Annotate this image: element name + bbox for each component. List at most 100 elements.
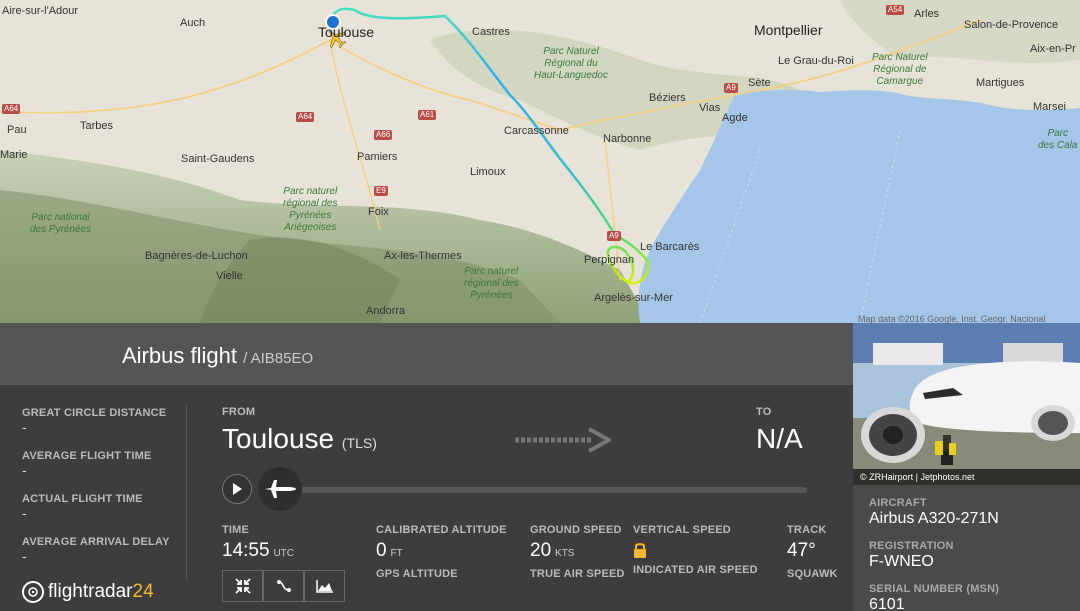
calibrated-altitude-stat: CALIBRATED ALTITUDE 0 FT GPS ALTITUDE (376, 524, 507, 580)
route-icon (276, 580, 291, 592)
average-flight-time: AVERAGE FLIGHT TIME - (22, 450, 151, 478)
average-arrival-delay: AVERAGE ARRIVAL DELAY - (22, 536, 170, 564)
city-label: Auch (180, 17, 206, 29)
time-value: 14:55 (222, 540, 270, 561)
gps-alt-label: GPS ALTITUDE (376, 568, 458, 580)
from-label: FROM (222, 406, 256, 418)
graph-button[interactable] (304, 570, 345, 602)
city-label: Argelès-sur-Mer (594, 292, 673, 304)
squawk-label: SQUAWK (787, 568, 838, 580)
aircraft-photo[interactable]: © ZRHairport | Jetphotos.net (853, 323, 1080, 485)
city-label: Montpellier (754, 22, 823, 38)
time-label: TIME (222, 524, 250, 536)
city-label: Perpignan (584, 254, 635, 266)
ground-speed-label: GROUND SPEED (530, 524, 622, 536)
city-label: Sète (748, 77, 771, 89)
track-stat: TRACK 47° SQUAWK (787, 524, 838, 580)
city-label: Carcassonne (504, 125, 569, 137)
aircraft-type-label: AIRCRAFT (869, 497, 927, 509)
logo-text: flightradar (48, 581, 133, 602)
ground-speed-value: 20 (530, 540, 552, 561)
radar-icon (22, 581, 44, 603)
play-button[interactable] (222, 474, 252, 504)
map-tools (222, 570, 345, 602)
city-label: Saint-Gaudens (181, 153, 255, 165)
great-circle-distance: GREAT CIRCLE DISTANCE - (22, 407, 166, 435)
stat-label: GREAT CIRCLE DISTANCE (22, 407, 167, 419)
city-label: Toulouse (318, 24, 375, 40)
aircraft-info: AIRCRAFT Airbus A320-271N REGISTRATION F… (853, 485, 1080, 611)
flight-title-text: Airbus flight (122, 343, 237, 368)
flight-info-panel: GREAT CIRCLE DISTANCE - AVERAGE FLIGHT T… (0, 385, 853, 611)
city-label: Andorra (366, 305, 406, 317)
city-label: Le Grau-du-Roi (778, 55, 854, 67)
cal-alt-value: 0 (376, 540, 387, 561)
registration-label: REGISTRATION (869, 540, 954, 552)
stat-value: - (22, 505, 27, 521)
flight-progress-bar (270, 487, 807, 493)
park-label: Parc Naturel Régional du Haut-Languedoc (534, 46, 608, 81)
route-arrow-icon (515, 427, 614, 458)
city-label: Ax-les-Thermes (384, 250, 462, 262)
lock-icon[interactable] (633, 542, 758, 560)
city-label: Limoux (470, 166, 506, 178)
city-label: Salon-de-Provence (964, 19, 1059, 31)
origin-city: Toulouse (222, 423, 335, 454)
city-label: Le Barcarès (640, 241, 700, 253)
map-attribution: Map data ©2016 Google, Inst. Geogr. Naci… (858, 314, 1046, 324)
tas-label: TRUE AIR SPEED (530, 568, 625, 580)
city-label: Martigues (976, 77, 1025, 89)
route-button[interactable] (263, 570, 304, 602)
photo-credit[interactable]: © ZRHairport | Jetphotos.net (853, 469, 1080, 485)
city-label: Castres (472, 26, 510, 38)
play-icon (233, 483, 242, 495)
msn-label: SERIAL NUMBER (MSN) (869, 583, 1000, 595)
park-label: Parc naturel régional des Pyrénées Ariég… (283, 186, 338, 233)
stat-label: ACTUAL FLIGHT TIME (22, 493, 143, 505)
logo-number: 24 (132, 581, 154, 602)
divider (186, 405, 187, 580)
actual-flight-time: ACTUAL FLIGHT TIME - (22, 493, 143, 521)
flightradar24-logo[interactable]: flightradar 24 (22, 581, 154, 603)
collapse-icon (234, 578, 251, 594)
origin-airport[interactable]: Toulouse (TLS) (222, 423, 377, 455)
flight-title: Airbus flight / AIB85EO (122, 343, 313, 369)
stat-value: - (22, 419, 27, 435)
stat-value: - (22, 548, 27, 564)
track-label: TRACK (787, 524, 827, 536)
fullscreen-button[interactable] (222, 570, 263, 602)
origin-code: (TLS) (341, 435, 377, 451)
city-label: Narbonne (603, 133, 652, 145)
stat-label: AVERAGE FLIGHT TIME (22, 450, 152, 462)
park-label: Parc naturel régional des Pyrénées (464, 266, 519, 301)
city-label: Vielle (216, 270, 243, 282)
destination-airport[interactable]: N/A (756, 423, 803, 455)
cal-alt-label: CALIBRATED ALTITUDE (376, 524, 507, 536)
time-stat: TIME 14:55 UTC (222, 524, 294, 562)
ias-label: INDICATED AIR SPEED (633, 564, 758, 576)
city-label: Marie (0, 149, 28, 161)
city-label: Marsei (1033, 101, 1067, 113)
city-label: Aire-sur-l'Adour (2, 5, 79, 17)
track-value: 47° (787, 540, 816, 561)
park-label: Parc des Cala (1038, 128, 1078, 151)
city-label: Agde (722, 112, 748, 124)
ground-speed-stat: GROUND SPEED 20 KTS TRUE AIR SPEED (530, 524, 625, 580)
road-label: A9 (607, 231, 621, 241)
road-label: E9 (374, 186, 388, 196)
flight-map[interactable]: Aire-sur-l'Adour Auch Toulouse Castres M… (0, 0, 1080, 323)
registration-value: F-WNEO (869, 553, 934, 570)
chart-icon (315, 580, 333, 593)
park-label: Parc Naturel Régional de Camargue (872, 52, 928, 87)
city-label: Vias (699, 102, 721, 114)
city-label: Pau (7, 124, 27, 136)
road-label: A54 (886, 5, 905, 15)
stat-label: AVERAGE ARRIVAL DELAY (22, 536, 170, 548)
city-label: Béziers (649, 92, 686, 104)
city-label: Foix (368, 206, 389, 218)
msn-value: 6101 (869, 596, 905, 611)
park-label: Parc national des Pyrénées (30, 212, 92, 235)
road-label: A61 (418, 110, 437, 120)
road-label: A64 (2, 104, 21, 114)
time-unit: UTC (273, 548, 294, 559)
